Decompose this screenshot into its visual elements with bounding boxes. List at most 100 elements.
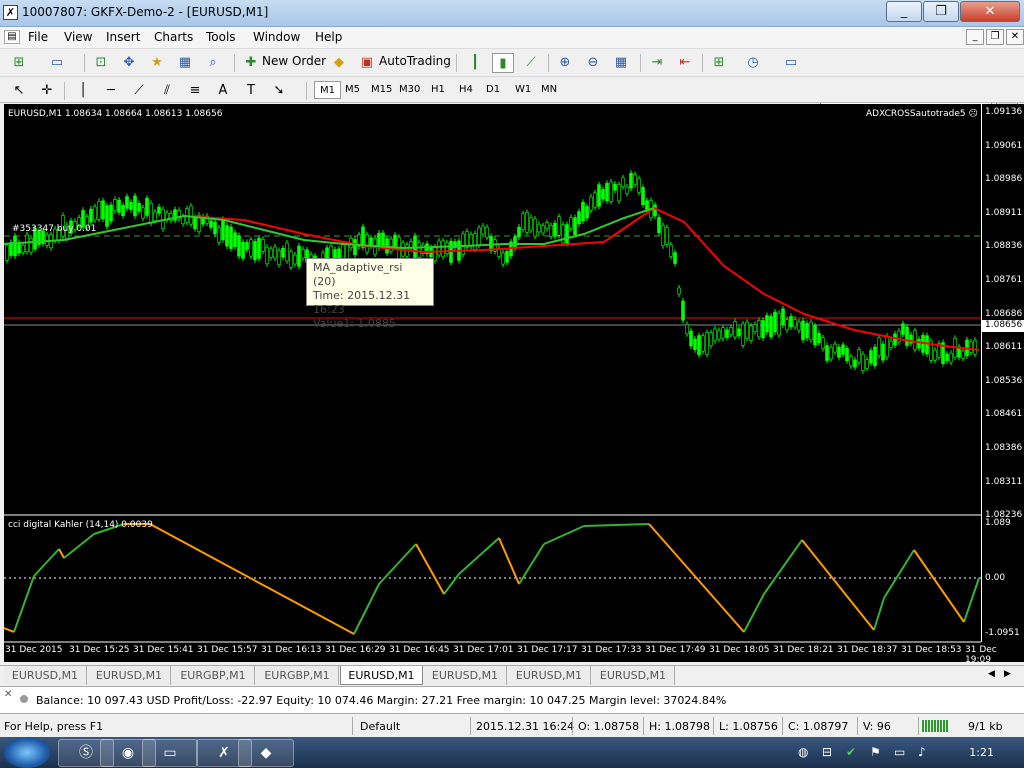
- candle: [241, 241, 245, 259]
- favorites-icon[interactable]: ★: [146, 53, 168, 73]
- zoom-in-icon[interactable]: ⊕: [554, 53, 576, 73]
- candle: [5, 245, 9, 261]
- menu-bar: ▤ File View Insert Charts Tools Window H…: [0, 27, 1024, 49]
- timeframe-mn[interactable]: MN: [536, 81, 562, 99]
- status-low: L: 1.08756: [719, 720, 778, 733]
- menu-charts[interactable]: Charts: [154, 30, 193, 44]
- indicators-icon[interactable]: ⊞: [708, 53, 730, 73]
- navigator-icon[interactable]: ✥: [118, 53, 140, 73]
- templates-icon[interactable]: ▭: [780, 53, 802, 73]
- vertical-line-icon[interactable]: │: [72, 81, 94, 101]
- tile-windows-icon[interactable]: ▦: [610, 53, 632, 73]
- candle: [121, 205, 125, 217]
- timeframe-m30[interactable]: M30: [394, 81, 425, 99]
- fibonacci-icon[interactable]: ≡: [184, 81, 206, 101]
- flag-tray-icon[interactable]: ⚑: [870, 745, 881, 759]
- close-button[interactable]: ✕: [960, 1, 1020, 22]
- timeframe-m15[interactable]: M15: [366, 81, 397, 99]
- minimize-button[interactable]: _: [886, 1, 922, 22]
- mdi-restore-button[interactable]: ❐: [986, 29, 1004, 45]
- mdi-minimize-button[interactable]: _: [966, 29, 984, 45]
- tab-scroll-right-icon[interactable]: ▶: [1004, 669, 1011, 679]
- chart-shift-icon[interactable]: ⇥: [646, 53, 668, 73]
- autotrading-button[interactable]: AutoTrading: [379, 54, 451, 68]
- autoscroll-icon[interactable]: ⇤: [674, 53, 696, 73]
- start-button[interactable]: [4, 737, 50, 768]
- candlestick-chart-icon[interactable]: ▮: [492, 53, 514, 73]
- candle: [625, 186, 629, 194]
- text-label-icon[interactable]: T: [240, 81, 262, 101]
- network-tray-icon[interactable]: ◍: [798, 745, 808, 759]
- autotrading-icon[interactable]: ▣: [356, 53, 378, 73]
- mdi-close-button[interactable]: ✕: [1006, 29, 1024, 45]
- candle: [825, 345, 829, 361]
- menu-view[interactable]: View: [64, 30, 92, 44]
- trendline-icon[interactable]: ⟋: [128, 81, 150, 101]
- profiles-icon[interactable]: ▭: [46, 53, 68, 73]
- crosshair-icon[interactable]: ✛: [36, 81, 58, 101]
- chart-tab[interactable]: EURUSD,M1: [424, 666, 507, 685]
- new-order-button[interactable]: New Order: [262, 54, 326, 68]
- timeframe-h4[interactable]: H4: [454, 81, 478, 99]
- security-tray-icon[interactable]: ✔: [846, 745, 856, 759]
- arrows-icon[interactable]: ➘: [268, 81, 290, 101]
- new-order-icon[interactable]: ✚: [240, 53, 262, 73]
- chart-tab[interactable]: EURUSD,M1: [592, 666, 675, 685]
- horizontal-line-icon[interactable]: ─: [100, 81, 122, 101]
- metaeditor-taskbar-icon[interactable]: ◆: [238, 739, 294, 767]
- candle: [737, 328, 741, 337]
- candle: [945, 353, 949, 362]
- timeframe-m5[interactable]: M5: [340, 81, 365, 99]
- chart-tab[interactable]: EURGBP,M1: [172, 666, 255, 685]
- bar-chart-icon[interactable]: ┃: [464, 53, 486, 73]
- menu-file[interactable]: File: [28, 30, 48, 44]
- strategy-tester-icon[interactable]: ⌕: [202, 53, 224, 73]
- tab-scroll-left-icon[interactable]: ◀: [988, 669, 995, 679]
- chart-tab[interactable]: EURUSD,M1: [4, 666, 87, 685]
- timeframe-w1[interactable]: W1: [510, 81, 536, 99]
- metaeditor-icon[interactable]: ◆: [328, 53, 350, 73]
- candle: [585, 206, 589, 219]
- volume-tray-icon[interactable]: ♪: [918, 745, 926, 759]
- cci-falling-line: [4, 523, 965, 635]
- equidistant-channel-icon[interactable]: ⫽: [156, 81, 178, 101]
- periods-icon[interactable]: ◷: [742, 53, 764, 73]
- menu-help[interactable]: Help: [315, 30, 342, 44]
- candle: [261, 239, 265, 252]
- price-chart[interactable]: EURUSD,M1 1.08634 1.08664 1.08613 1.0865…: [4, 104, 1024, 662]
- new-chart-icon[interactable]: ⊞: [8, 53, 30, 73]
- candle: [725, 329, 729, 338]
- candle: [393, 234, 397, 248]
- menu-insert[interactable]: Insert: [106, 30, 140, 44]
- chart-canvas[interactable]: [4, 104, 1024, 662]
- chart-tab[interactable]: EURGBP,M1: [256, 666, 339, 685]
- chart-tab[interactable]: EURUSD,M1: [508, 666, 591, 685]
- market-watch-icon[interactable]: ⊡: [90, 53, 112, 73]
- indicator-tick: 1.089: [985, 518, 1011, 528]
- terminal-icon[interactable]: ▦: [174, 53, 196, 73]
- candle: [749, 325, 753, 341]
- timeframe-h1[interactable]: H1: [426, 81, 450, 99]
- menu-tools[interactable]: Tools: [206, 30, 236, 44]
- usb-tray-icon[interactable]: ⊟: [822, 745, 832, 759]
- timeframe-d1[interactable]: D1: [481, 81, 505, 99]
- cursor-icon[interactable]: ↖: [8, 81, 30, 101]
- restore-button[interactable]: ❐: [923, 1, 959, 22]
- explorer-taskbar-icon[interactable]: ▭: [142, 739, 198, 767]
- candle: [757, 320, 761, 338]
- display-tray-icon[interactable]: ▭: [894, 745, 905, 759]
- zoom-out-icon[interactable]: ⊖: [582, 53, 604, 73]
- timeframe-m1[interactable]: M1: [314, 81, 341, 99]
- candle: [253, 241, 257, 261]
- chart-tab[interactable]: EURUSD,M1: [88, 666, 171, 685]
- line-chart-icon[interactable]: ⟋: [520, 53, 542, 73]
- indicator-tick: -1.0951: [985, 628, 1020, 638]
- terminal-close-icon[interactable]: ✕: [4, 689, 12, 700]
- text-icon[interactable]: A: [212, 81, 234, 101]
- time-tick: 31 Dec 15:57: [197, 645, 258, 655]
- menu-window[interactable]: Window: [253, 30, 300, 44]
- candle: [817, 333, 821, 343]
- price-tick: 1.09136: [985, 107, 1023, 117]
- chart-tab-active[interactable]: EURUSD,M1: [340, 666, 423, 685]
- candle: [93, 206, 97, 221]
